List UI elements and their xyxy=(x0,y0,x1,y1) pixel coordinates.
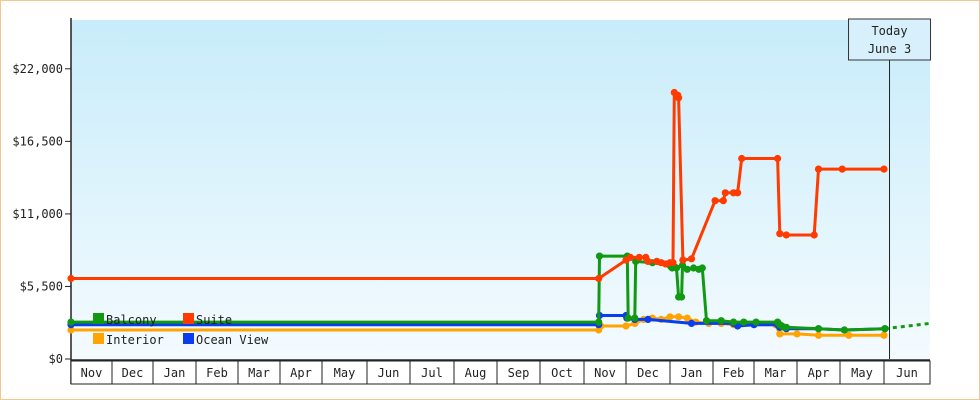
data-point[interactable] xyxy=(711,197,719,205)
data-point[interactable] xyxy=(595,252,604,260)
data-point[interactable] xyxy=(626,253,635,261)
data-point[interactable] xyxy=(734,189,742,197)
data-point[interactable] xyxy=(702,317,711,325)
data-point[interactable] xyxy=(683,265,691,273)
legend-swatch xyxy=(93,333,104,344)
x-tick-label: Jun xyxy=(378,366,400,380)
data-point[interactable] xyxy=(738,154,746,163)
legend-label: Balcony xyxy=(106,313,157,327)
x-tick-label: Oct xyxy=(551,366,573,380)
data-point[interactable] xyxy=(679,256,687,264)
legend-item-ocean-view[interactable]: Ocean View xyxy=(183,333,269,347)
data-point[interactable] xyxy=(774,154,782,163)
legend-label: Interior xyxy=(106,333,164,347)
legend-label: Suite xyxy=(196,313,232,327)
data-point[interactable] xyxy=(675,94,683,102)
data-point[interactable] xyxy=(782,323,790,331)
legend-label: Ocean View xyxy=(196,333,269,347)
x-tick-label: Sep xyxy=(508,366,530,380)
x-tick-label: Apr xyxy=(290,366,312,380)
data-point[interactable] xyxy=(814,165,823,173)
x-tick-label: Jan xyxy=(164,366,186,380)
x-tick-label: Feb xyxy=(206,366,228,380)
today-label: Today xyxy=(871,24,907,38)
today-date: June 3 xyxy=(868,42,911,56)
data-point[interactable] xyxy=(793,330,801,338)
legend-swatch xyxy=(183,333,194,344)
y-tick-label: $16,500 xyxy=(12,134,63,148)
data-point[interactable] xyxy=(721,189,729,197)
y-tick-label: $5,500 xyxy=(20,279,63,293)
data-point[interactable] xyxy=(719,197,727,205)
x-tick-label: May xyxy=(851,366,873,380)
data-point[interactable] xyxy=(740,318,748,326)
y-tick-label: $11,000 xyxy=(12,207,63,221)
data-point[interactable] xyxy=(782,231,790,239)
x-tick-label: Jan xyxy=(681,366,703,380)
data-point[interactable] xyxy=(67,318,75,326)
data-point[interactable] xyxy=(622,322,630,330)
data-point[interactable] xyxy=(840,326,849,334)
data-point[interactable] xyxy=(624,314,632,322)
x-tick-label: Feb xyxy=(723,366,745,380)
x-axis-band xyxy=(70,360,931,385)
data-point[interactable] xyxy=(595,274,603,283)
price-history-chart: $0 $5,500 $11,000 $16,500 $22,000 Nov Dec Jan Fe… xyxy=(12,18,932,385)
data-point[interactable] xyxy=(675,313,683,321)
data-point[interactable] xyxy=(666,313,674,321)
x-tick-label: Mar xyxy=(248,366,270,380)
x-tick-label: Mar xyxy=(765,366,787,380)
data-point[interactable] xyxy=(752,318,760,326)
x-tick-label: Nov xyxy=(81,366,103,380)
data-point[interactable] xyxy=(687,255,696,263)
data-point[interactable] xyxy=(838,165,846,173)
legend-swatch xyxy=(183,313,194,324)
data-point[interactable] xyxy=(810,231,818,239)
plot-area xyxy=(71,20,930,359)
x-tick-label: Dec xyxy=(637,366,659,380)
x-tick-label: May xyxy=(334,366,356,380)
x-tick-label: Dec xyxy=(122,366,144,380)
data-point[interactable] xyxy=(644,315,652,323)
data-point[interactable] xyxy=(880,331,888,339)
data-point[interactable] xyxy=(595,318,603,326)
data-point[interactable] xyxy=(776,230,784,238)
y-tick-label: $0 xyxy=(49,352,63,366)
data-point[interactable] xyxy=(776,330,784,338)
data-point[interactable] xyxy=(635,253,643,261)
data-point[interactable] xyxy=(814,331,823,339)
data-point[interactable] xyxy=(631,314,639,322)
data-point[interactable] xyxy=(814,325,823,333)
data-point[interactable] xyxy=(880,165,888,173)
x-tick-label: Apr xyxy=(808,366,830,380)
data-point[interactable] xyxy=(644,257,652,265)
x-tick-label: Aug xyxy=(465,366,487,380)
data-point[interactable] xyxy=(669,259,677,267)
data-point[interactable] xyxy=(698,264,706,272)
y-tick-label: $22,000 xyxy=(12,62,63,76)
legend-swatch xyxy=(93,313,104,324)
x-tick-label: Nov xyxy=(594,366,616,380)
x-tick-label: Jul xyxy=(421,366,443,380)
data-point[interactable] xyxy=(717,317,725,325)
data-point[interactable] xyxy=(687,319,696,327)
x-tick-label: Jun xyxy=(896,366,918,380)
data-point[interactable] xyxy=(729,318,738,326)
data-point[interactable] xyxy=(678,293,686,301)
data-point[interactable] xyxy=(67,274,75,283)
